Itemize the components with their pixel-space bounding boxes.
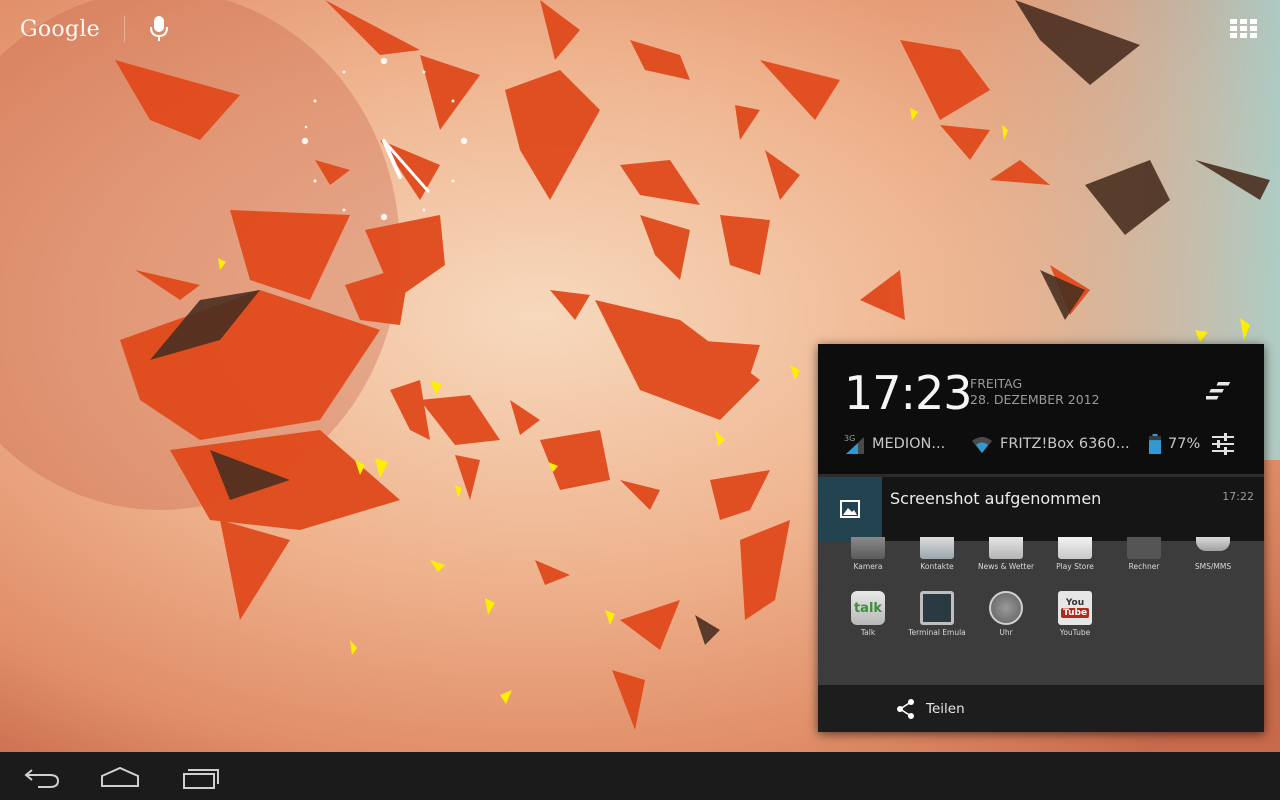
preview-app-label: Play Store xyxy=(1056,562,1094,571)
notification-time: 17:22 xyxy=(1222,490,1254,503)
header-time: 17:23 xyxy=(844,366,973,420)
play-store-icon xyxy=(1058,537,1092,559)
mic-icon[interactable] xyxy=(147,14,171,44)
preview-app-label: Uhr xyxy=(999,628,1013,637)
preview-app-talk: talk Talk xyxy=(833,591,903,637)
youtube-icon: You Tube xyxy=(1058,591,1092,625)
battery-status: 77% xyxy=(1148,428,1200,460)
talk-icon: talk xyxy=(851,591,885,625)
preview-app-play-store: Play Store xyxy=(1040,537,1110,571)
preview-app-rechner: Rechner xyxy=(1109,537,1179,571)
navigation-bar xyxy=(0,752,1280,800)
notification-title: Screenshot aufgenommen xyxy=(890,489,1102,508)
quick-settings-icon[interactable] xyxy=(1210,431,1236,457)
preview-app-news: News & Wetter xyxy=(971,537,1041,571)
screenshot-notification[interactable]: Screenshot aufgenommen 17:22 xyxy=(818,477,1264,541)
clear-all-icon[interactable] xyxy=(1206,378,1236,404)
preview-app-label: Kontakte xyxy=(920,562,954,571)
preview-app-label: News & Wetter xyxy=(977,562,1035,571)
preview-app-label: Kamera xyxy=(853,562,883,571)
preview-app-label: SMS/MMS xyxy=(1194,562,1232,571)
preview-app-sms: SMS/MMS xyxy=(1178,537,1248,571)
preview-app-uhr: Uhr xyxy=(971,591,1041,637)
recent-apps-icon[interactable] xyxy=(178,762,226,792)
clock-app-icon xyxy=(989,591,1023,625)
share-action-label: Teilen xyxy=(926,700,965,717)
signal-icon: 3G xyxy=(844,434,864,454)
wifi-status[interactable]: FRITZ!Box 6360... xyxy=(970,428,1130,460)
back-icon[interactable] xyxy=(18,762,66,792)
google-search-bar[interactable]: Google xyxy=(20,12,171,46)
camera-icon xyxy=(851,537,885,559)
sms-icon xyxy=(1196,537,1230,551)
preview-app-kamera: Kamera xyxy=(833,537,903,571)
wifi-network-label: FRITZ!Box 6360... xyxy=(1000,436,1130,452)
preview-app-kontakte: Kontakte xyxy=(902,537,972,571)
notification-icon-container xyxy=(818,477,882,541)
wifi-icon xyxy=(972,437,992,453)
preview-app-label: Rechner xyxy=(1128,562,1160,571)
news-weather-icon xyxy=(989,537,1023,559)
header-day: FREITAG xyxy=(970,376,1023,391)
svg-text:3G: 3G xyxy=(844,434,855,443)
quick-status-row: 3G MEDION... FRITZ!Box 6360... 77% xyxy=(818,428,1264,460)
all-apps-grid-icon[interactable] xyxy=(1228,16,1260,42)
google-logo[interactable]: Google xyxy=(20,17,100,42)
notification-shade: 17:23 FREITAG 28. DEZEMBER 2012 3G MEDIO… xyxy=(818,344,1264,732)
shade-header: 17:23 FREITAG 28. DEZEMBER 2012 3G MEDIO… xyxy=(818,344,1264,474)
battery-icon xyxy=(1149,434,1161,454)
home-icon[interactable] xyxy=(96,762,144,792)
contacts-icon xyxy=(920,537,954,559)
screenshot-preview[interactable]: Kamera Kontakte News & Wetter Play Store… xyxy=(818,537,1264,685)
preview-app-terminal: Terminal Emula xyxy=(902,591,972,637)
battery-label: 77% xyxy=(1168,436,1201,452)
calculator-icon xyxy=(1127,537,1161,559)
preview-app-youtube: You Tube YouTube xyxy=(1040,591,1110,637)
mobile-network-label: MEDION... xyxy=(872,436,946,452)
terminal-icon xyxy=(920,591,954,625)
share-action-button[interactable]: Teilen xyxy=(818,685,1264,732)
preview-app-label: Terminal Emula xyxy=(908,628,966,637)
preview-app-label: YouTube xyxy=(1059,628,1091,637)
preview-app-label: Talk xyxy=(860,628,876,637)
share-icon xyxy=(897,698,914,719)
analog-clock-widget[interactable] xyxy=(298,55,470,227)
search-divider xyxy=(124,16,126,42)
image-icon xyxy=(840,500,860,518)
header-date[interactable]: 28. DEZEMBER 2012 xyxy=(970,392,1100,407)
mobile-network-status[interactable]: 3G MEDION... xyxy=(844,428,945,460)
